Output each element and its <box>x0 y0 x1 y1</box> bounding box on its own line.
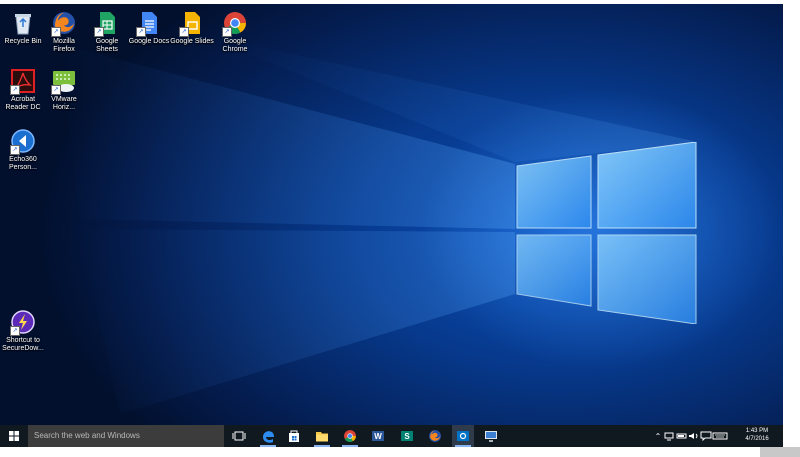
task-view-button[interactable] <box>228 425 250 447</box>
desktop-icon-label: Reader DC <box>5 104 41 111</box>
show-desktop-button[interactable] <box>775 425 783 447</box>
desktop-icon-label: VMware <box>51 96 77 103</box>
firefox-icon: ↗ <box>51 10 77 37</box>
desktop-icon-vmware-horizon[interactable]: ↗ VMware Horiz... <box>41 68 87 112</box>
remote-desktop-icon <box>485 431 497 442</box>
desktop-icon-acrobat-reader[interactable]: ↗ Acrobat Reader DC <box>0 68 46 112</box>
svg-text:W: W <box>374 432 382 441</box>
desktop-icon-label: Shortcut to <box>6 337 40 344</box>
desktop-icon-label: Person... <box>8 164 37 171</box>
network-icon[interactable] <box>664 431 676 441</box>
taskbar-clock[interactable]: 1:43 PM 4/7/2016 <box>739 427 775 443</box>
word-icon: W <box>372 431 384 441</box>
start-button[interactable] <box>0 425 28 447</box>
desktop-icon-securedownload[interactable]: ↗ Shortcut to SecureDow... <box>0 309 46 353</box>
desktop-icon-recycle-bin[interactable]: Recycle Bin <box>0 10 46 46</box>
sway-icon: S <box>401 431 413 441</box>
desktop-icon-label: Chrome <box>222 46 248 53</box>
recycle-bin-icon <box>10 10 36 36</box>
taskbar-edge[interactable] <box>257 425 279 447</box>
desktop-icon-label: Google Docs <box>128 38 170 45</box>
store-icon <box>289 430 299 442</box>
chrome-icon <box>344 430 356 442</box>
shortcut-arrow-icon: ↗ <box>10 326 20 336</box>
desktop-icon-google-chrome[interactable]: ↗ Google Chrome <box>212 10 258 54</box>
system-tray: ⌃ <box>652 425 728 447</box>
desktop-icon-label: Google <box>95 38 119 45</box>
file-explorer-icon <box>316 432 328 442</box>
firefox-icon <box>429 430 441 442</box>
desktop-icon-label: Firefox <box>53 46 75 53</box>
edge-icon <box>263 431 274 443</box>
clock-date: 4/7/2016 <box>745 436 769 442</box>
desktop-icon-label: Horiz... <box>52 104 76 111</box>
task-view-icon <box>232 431 246 441</box>
shortcut-arrow-icon: ↗ <box>10 145 20 155</box>
taskbar-sway[interactable]: S <box>396 425 418 447</box>
google-slides-icon: ↗ <box>179 10 205 37</box>
taskbar-store[interactable] <box>283 425 305 447</box>
desktop-screen: Recycle Bin ↗ Mozilla Firefox ↗ Google S… <box>0 4 783 447</box>
action-center-icon[interactable] <box>700 431 712 441</box>
shortcut-arrow-icon: ↗ <box>222 27 232 37</box>
desktop-icon-label: Acrobat <box>10 96 36 103</box>
volume-icon[interactable] <box>688 431 700 441</box>
google-sheets-icon: ↗ <box>94 10 120 37</box>
desktop-icon-label: Echo360 <box>9 156 37 163</box>
desktop-icon-label: SecureDow... <box>2 345 44 352</box>
frame-shadow <box>760 447 800 457</box>
taskbar-word[interactable]: W <box>367 425 389 447</box>
taskbar-chrome[interactable] <box>339 425 361 447</box>
desktop-icon-google-sheets[interactable]: ↗ Google Sheets <box>84 10 130 54</box>
taskbar-remote-desktop[interactable] <box>480 425 502 447</box>
clock-time: 1:43 PM <box>745 428 769 434</box>
desktop-icon-label: Recycle Bin <box>4 38 42 45</box>
desktop-icon-label: Google <box>223 38 247 45</box>
google-docs-icon: ↗ <box>136 10 162 37</box>
desktop-icon-label: Sheets <box>96 46 118 53</box>
keyboard-icon[interactable] <box>712 431 728 441</box>
desktop-icon-google-slides[interactable]: ↗ Google Slides <box>169 10 215 46</box>
windows-start-icon <box>9 431 19 441</box>
shortcut-arrow-icon: ↗ <box>94 27 104 37</box>
taskbar-firefox[interactable] <box>424 425 446 447</box>
desktop-icon-label: Google Slides <box>170 38 214 45</box>
windows-logo-wallpaper <box>516 142 697 324</box>
taskbar-file-explorer[interactable] <box>311 425 333 447</box>
shortcut-arrow-icon: ↗ <box>10 85 20 95</box>
shortcut-arrow-icon: ↗ <box>179 27 189 37</box>
desktop-icon-firefox[interactable]: ↗ Mozilla Firefox <box>41 10 87 54</box>
svg-text:S: S <box>404 432 410 441</box>
desktop-icon-label: Mozilla <box>53 38 75 45</box>
shortcut-arrow-icon: ↗ <box>51 27 61 37</box>
acrobat-reader-icon: ↗ <box>10 68 36 95</box>
vmware-horizon-icon: ↗ <box>51 68 77 95</box>
taskbar: Search the web and Windows W S ⌃ 1:43 PM… <box>0 425 783 447</box>
securedownload-icon: ↗ <box>10 309 36 336</box>
desktop-icon-google-docs[interactable]: ↗ Google Docs <box>126 10 172 46</box>
echo360-icon: ↗ <box>10 128 36 155</box>
desktop-icon-echo360[interactable]: ↗ Echo360 Person... <box>0 128 46 172</box>
outlook-icon <box>457 431 469 441</box>
chevron-up-icon[interactable]: ⌃ <box>652 432 664 441</box>
search-input[interactable]: Search the web and Windows <box>28 425 224 447</box>
taskbar-outlook[interactable] <box>452 425 474 447</box>
shortcut-arrow-icon: ↗ <box>51 85 61 95</box>
battery-icon[interactable] <box>676 431 688 441</box>
chrome-icon: ↗ <box>222 10 248 37</box>
shortcut-arrow-icon: ↗ <box>136 27 146 37</box>
